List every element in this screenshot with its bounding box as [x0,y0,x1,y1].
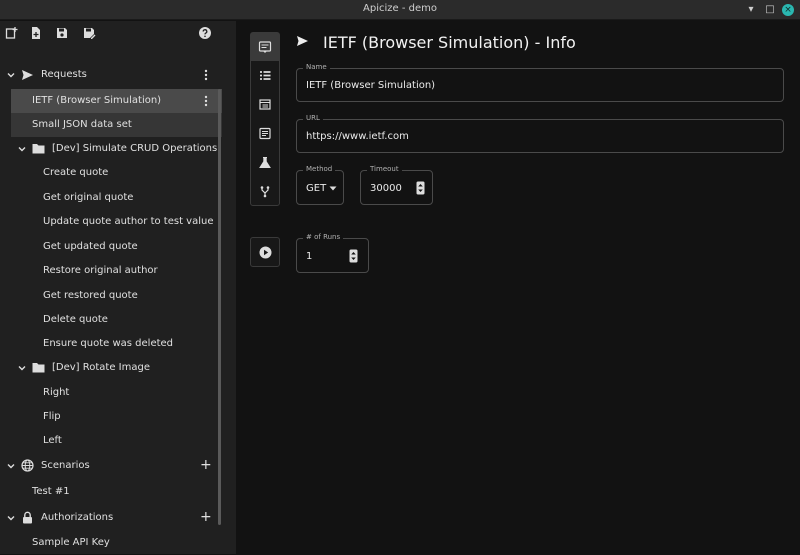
runs-field-value: 1 [306,251,313,262]
stepper-icon[interactable] [416,181,425,195]
group-rotate-image[interactable]: [Dev] Rotate Image [0,356,222,380]
requests-label: Requests [41,69,87,80]
authorization-item-label: Sample API Key [32,537,110,548]
runs-field-label: # of Runs [303,233,344,241]
vertical-tab-strip [250,32,280,206]
request-item[interactable]: Get original quote [0,186,222,210]
help-icon[interactable] [198,26,212,40]
run-button[interactable] [250,237,280,267]
window-title: Apicize - demo [363,3,437,14]
request-item-label: Get restored quote [43,290,138,301]
request-item[interactable]: Restore original author [0,259,222,283]
url-field[interactable]: URL https://www.ietf.com [296,114,784,153]
name-field-value: IETF (Browser Simulation) [306,80,436,91]
chevron-down-icon[interactable] [17,363,27,373]
stepper-icon[interactable] [349,249,358,263]
scenario-item-label: Test #1 [32,486,70,497]
request-item-label: Flip [43,411,61,422]
sidebar: Requests IETF (Browser Simulation) Small… [0,21,236,554]
request-item-label: Small JSON data set [32,119,132,130]
timeout-field-value: 30000 [370,183,402,194]
runs-field[interactable]: # of Runs 1 [296,233,369,273]
add-authorization-button[interactable]: + [200,509,212,525]
query-string-icon[interactable] [251,62,279,90]
page-title: IETF (Browser Simulation) - Info [323,33,576,52]
request-item-label: Update quote author to test value [43,216,214,227]
minimize-button[interactable]: ▾ [745,4,757,16]
chevron-down-icon[interactable] [6,461,16,471]
request-item[interactable]: Right [0,381,222,405]
request-item[interactable]: Update quote author to test value [0,210,222,234]
group-label: [Dev] Simulate CRUD Operations [52,143,218,154]
request-item-label: IETF (Browser Simulation) [32,95,162,106]
request-item-label: Delete quote [43,314,108,325]
info-icon[interactable] [251,33,279,61]
chevron-down-icon[interactable] [6,513,16,523]
request-item-label: Restore original author [43,265,158,276]
method-select-label: Method [303,165,336,173]
name-field[interactable]: Name IETF (Browser Simulation) [296,63,784,102]
headers-icon[interactable] [251,91,279,119]
method-select[interactable]: Method GET [296,165,344,205]
scenarios-section-header[interactable]: Scenarios + [0,454,222,478]
new-file-icon[interactable] [29,26,43,40]
request-item-label: Ensure quote was deleted [43,338,174,349]
request-item-label: Get original quote [43,192,134,203]
save-icon[interactable] [55,26,69,40]
new-request-icon[interactable] [5,26,19,40]
request-item[interactable]: Delete quote [0,308,222,332]
body-icon[interactable] [251,120,279,148]
url-field-value: https://www.ietf.com [306,131,409,142]
request-item-label: Get updated quote [43,241,138,252]
group-simulate-crud[interactable]: [Dev] Simulate CRUD Operations [0,137,222,161]
folder-icon [32,143,45,154]
request-item-label: Right [43,387,70,398]
more-vert-icon[interactable] [204,95,208,107]
add-scenario-button[interactable]: + [200,457,212,473]
request-item[interactable]: Get updated quote [0,235,222,259]
request-item-small-json[interactable]: Small JSON data set [11,113,222,137]
window-titlebar: Apicize - demo ▾ □ × [0,0,800,20]
timeout-field[interactable]: Timeout 30000 [360,165,433,205]
play-circle-icon [259,246,272,259]
group-label: [Dev] Rotate Image [52,362,150,373]
authorizations-label: Authorizations [41,512,114,523]
timeout-field-label: Timeout [367,165,402,173]
scenario-item[interactable]: Test #1 [0,480,222,504]
authorizations-section-header[interactable]: Authorizations + [0,506,222,530]
folder-icon [32,362,45,373]
request-item[interactable]: Get restored quote [0,284,222,308]
send-icon [21,69,34,81]
test-icon[interactable] [251,149,279,177]
main-panel: IETF (Browser Simulation) - Info Name IE… [237,21,800,554]
parameters-icon[interactable] [251,178,279,206]
authorization-item[interactable]: Sample API Key [0,531,222,555]
request-item-ietf[interactable]: IETF (Browser Simulation) [11,89,222,113]
method-select-value: GET [306,183,327,194]
sidebar-scrollbar[interactable] [218,89,221,525]
chevron-down-icon[interactable] [6,70,16,80]
dropdown-arrow-icon[interactable] [329,186,337,191]
request-item[interactable]: Flip [0,405,222,429]
scenarios-label: Scenarios [41,460,90,471]
url-field-label: URL [303,114,323,122]
globe-icon [21,459,34,472]
chevron-down-icon[interactable] [17,144,27,154]
send-icon [296,35,309,47]
save-as-icon[interactable] [82,26,96,40]
requests-section-header[interactable]: Requests [0,63,222,87]
request-item[interactable]: Ensure quote was deleted [0,332,222,356]
maximize-button[interactable]: □ [764,4,776,16]
name-field-label: Name [303,63,330,71]
request-item[interactable]: Create quote [0,161,222,185]
request-item[interactable]: Left [0,429,222,453]
lock-icon [22,511,33,524]
request-item-label: Create quote [43,167,109,178]
close-button[interactable]: × [782,4,794,16]
more-vert-icon[interactable] [204,69,208,81]
request-item-label: Left [43,435,62,446]
